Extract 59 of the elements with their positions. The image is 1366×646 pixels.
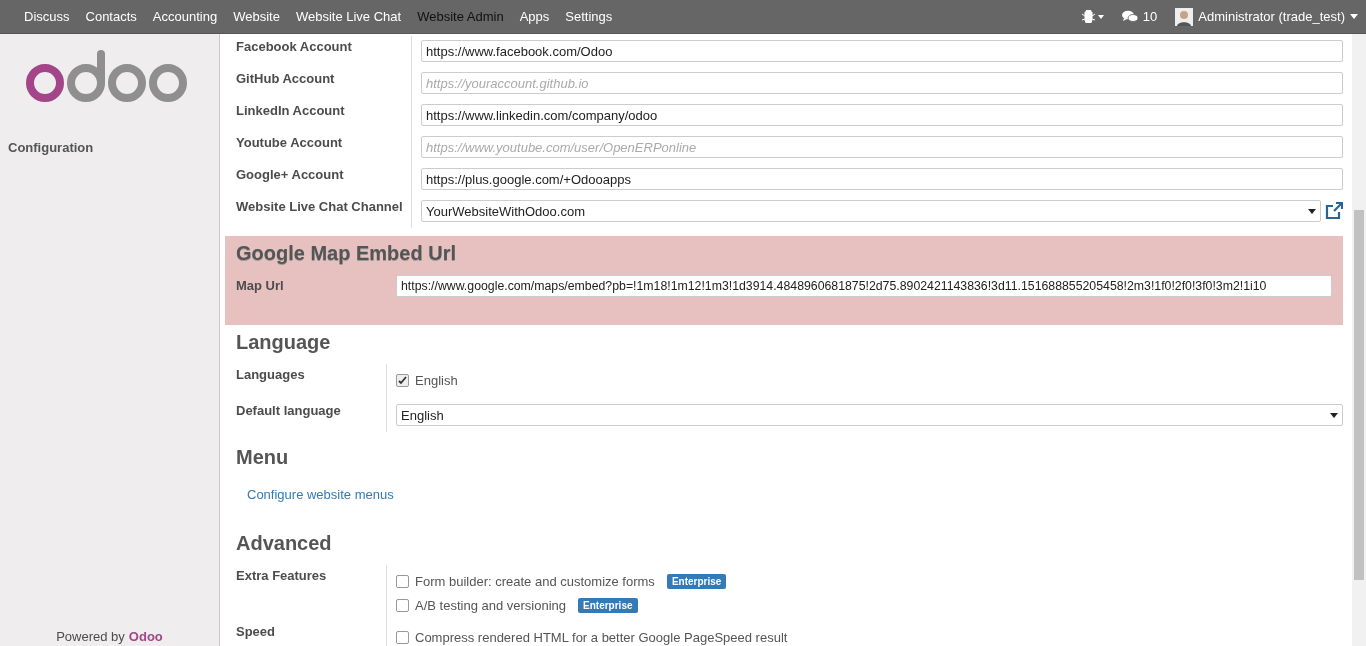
field-label: LinkedIn Account [236,102,346,120]
external-link-icon[interactable] [1325,202,1343,220]
caret-icon [1330,412,1338,418]
app-menu-item[interactable]: Contacts [77,9,145,24]
field-label: Extra Features [236,567,328,585]
checkbox[interactable] [396,598,409,612]
option-label: Compress rendered HTML for a better Google PageSpeed result [415,629,788,645]
scrollbar-thumb[interactable] [1354,210,1364,580]
avatar-icon [1175,7,1194,26]
field-label: Map Url [236,277,285,295]
select-field[interactable]: English [396,404,1343,426]
chat-bubbles-icon [1121,10,1138,23]
section-title: Menu [236,446,290,469]
caret-icon [1308,208,1316,214]
user-name: Administrator (trade_test) [1198,9,1345,24]
user-menu[interactable]: Administrator (trade_test) [1175,7,1358,26]
bug-icon[interactable] [1081,10,1104,23]
text-field[interactable]: https://www.linkedin.com/company/odoo [421,104,1343,126]
scrollbar[interactable] [1352,34,1366,646]
checkbox[interactable] [396,373,409,387]
checkbox[interactable] [396,574,409,588]
select-field[interactable]: YourWebsiteWithOdoo.com [421,200,1321,222]
messages-button[interactable]: 10 [1121,9,1158,24]
section-title: Advanced [236,532,333,555]
option-label: A/B testing and versioning [415,597,567,613]
app-menu-item[interactable]: Discuss [16,9,78,24]
caret-icon [1350,14,1358,19]
app-menu-item[interactable]: Website Admin [409,9,512,24]
enterprise-badge: Enterprise [578,597,638,613]
field-label: Youtube Account [236,134,344,152]
text-field[interactable]: https://www.facebook.com/Odoo [421,40,1343,62]
field-label: Speed [236,623,276,641]
field-label: Google+ Account [236,166,345,184]
brand-link[interactable]: Odoo [128,629,163,644]
field-label: Facebook Account [236,38,353,56]
app-menu-item[interactable]: Settings [557,9,621,24]
checkmark-icon [398,375,407,385]
field-label: GitHub Account [236,70,336,88]
message-count: 10 [1142,9,1158,24]
sidebar-section-title: Configuration [7,140,95,155]
checkbox[interactable] [396,630,409,644]
section-title: Language [236,331,332,354]
powered-by-text: Powered by [56,629,125,644]
option-label: Form builder: create and customize forms [415,573,655,589]
field-label: Website Live Chat Channel [236,198,404,216]
text-field[interactable]: https://youraccount.github.io [421,72,1343,94]
text-field[interactable]: https://www.youtube.com/user/OpenERPonline [421,136,1343,158]
app-menu-item[interactable]: Website [225,9,288,24]
option-label: English [415,372,458,388]
field-label: Default language [236,402,342,420]
map-url-field[interactable]: https://www.google.com/maps/embed?pb=!1m18!1m12!1m3!1d3914.4848960681875!2d75.8902421143836!3d11.151688855205458!2m3!1f0!2f0!3f0!3m2!1i10 [396,275,1332,297]
app-menu-item[interactable]: Website Live Chat [287,9,410,24]
text-field[interactable]: https://plus.google.com/+Odooapps [421,168,1343,190]
app-menu-item[interactable]: Accounting [144,9,226,24]
enterprise-badge: Enterprise [666,573,727,589]
app-menu-item[interactable]: Apps [511,9,558,24]
section-title: Google Map Embed Url [236,242,458,265]
field-label: Languages [236,366,306,384]
configure-menus-link[interactable]: Configure website menus [247,487,394,502]
